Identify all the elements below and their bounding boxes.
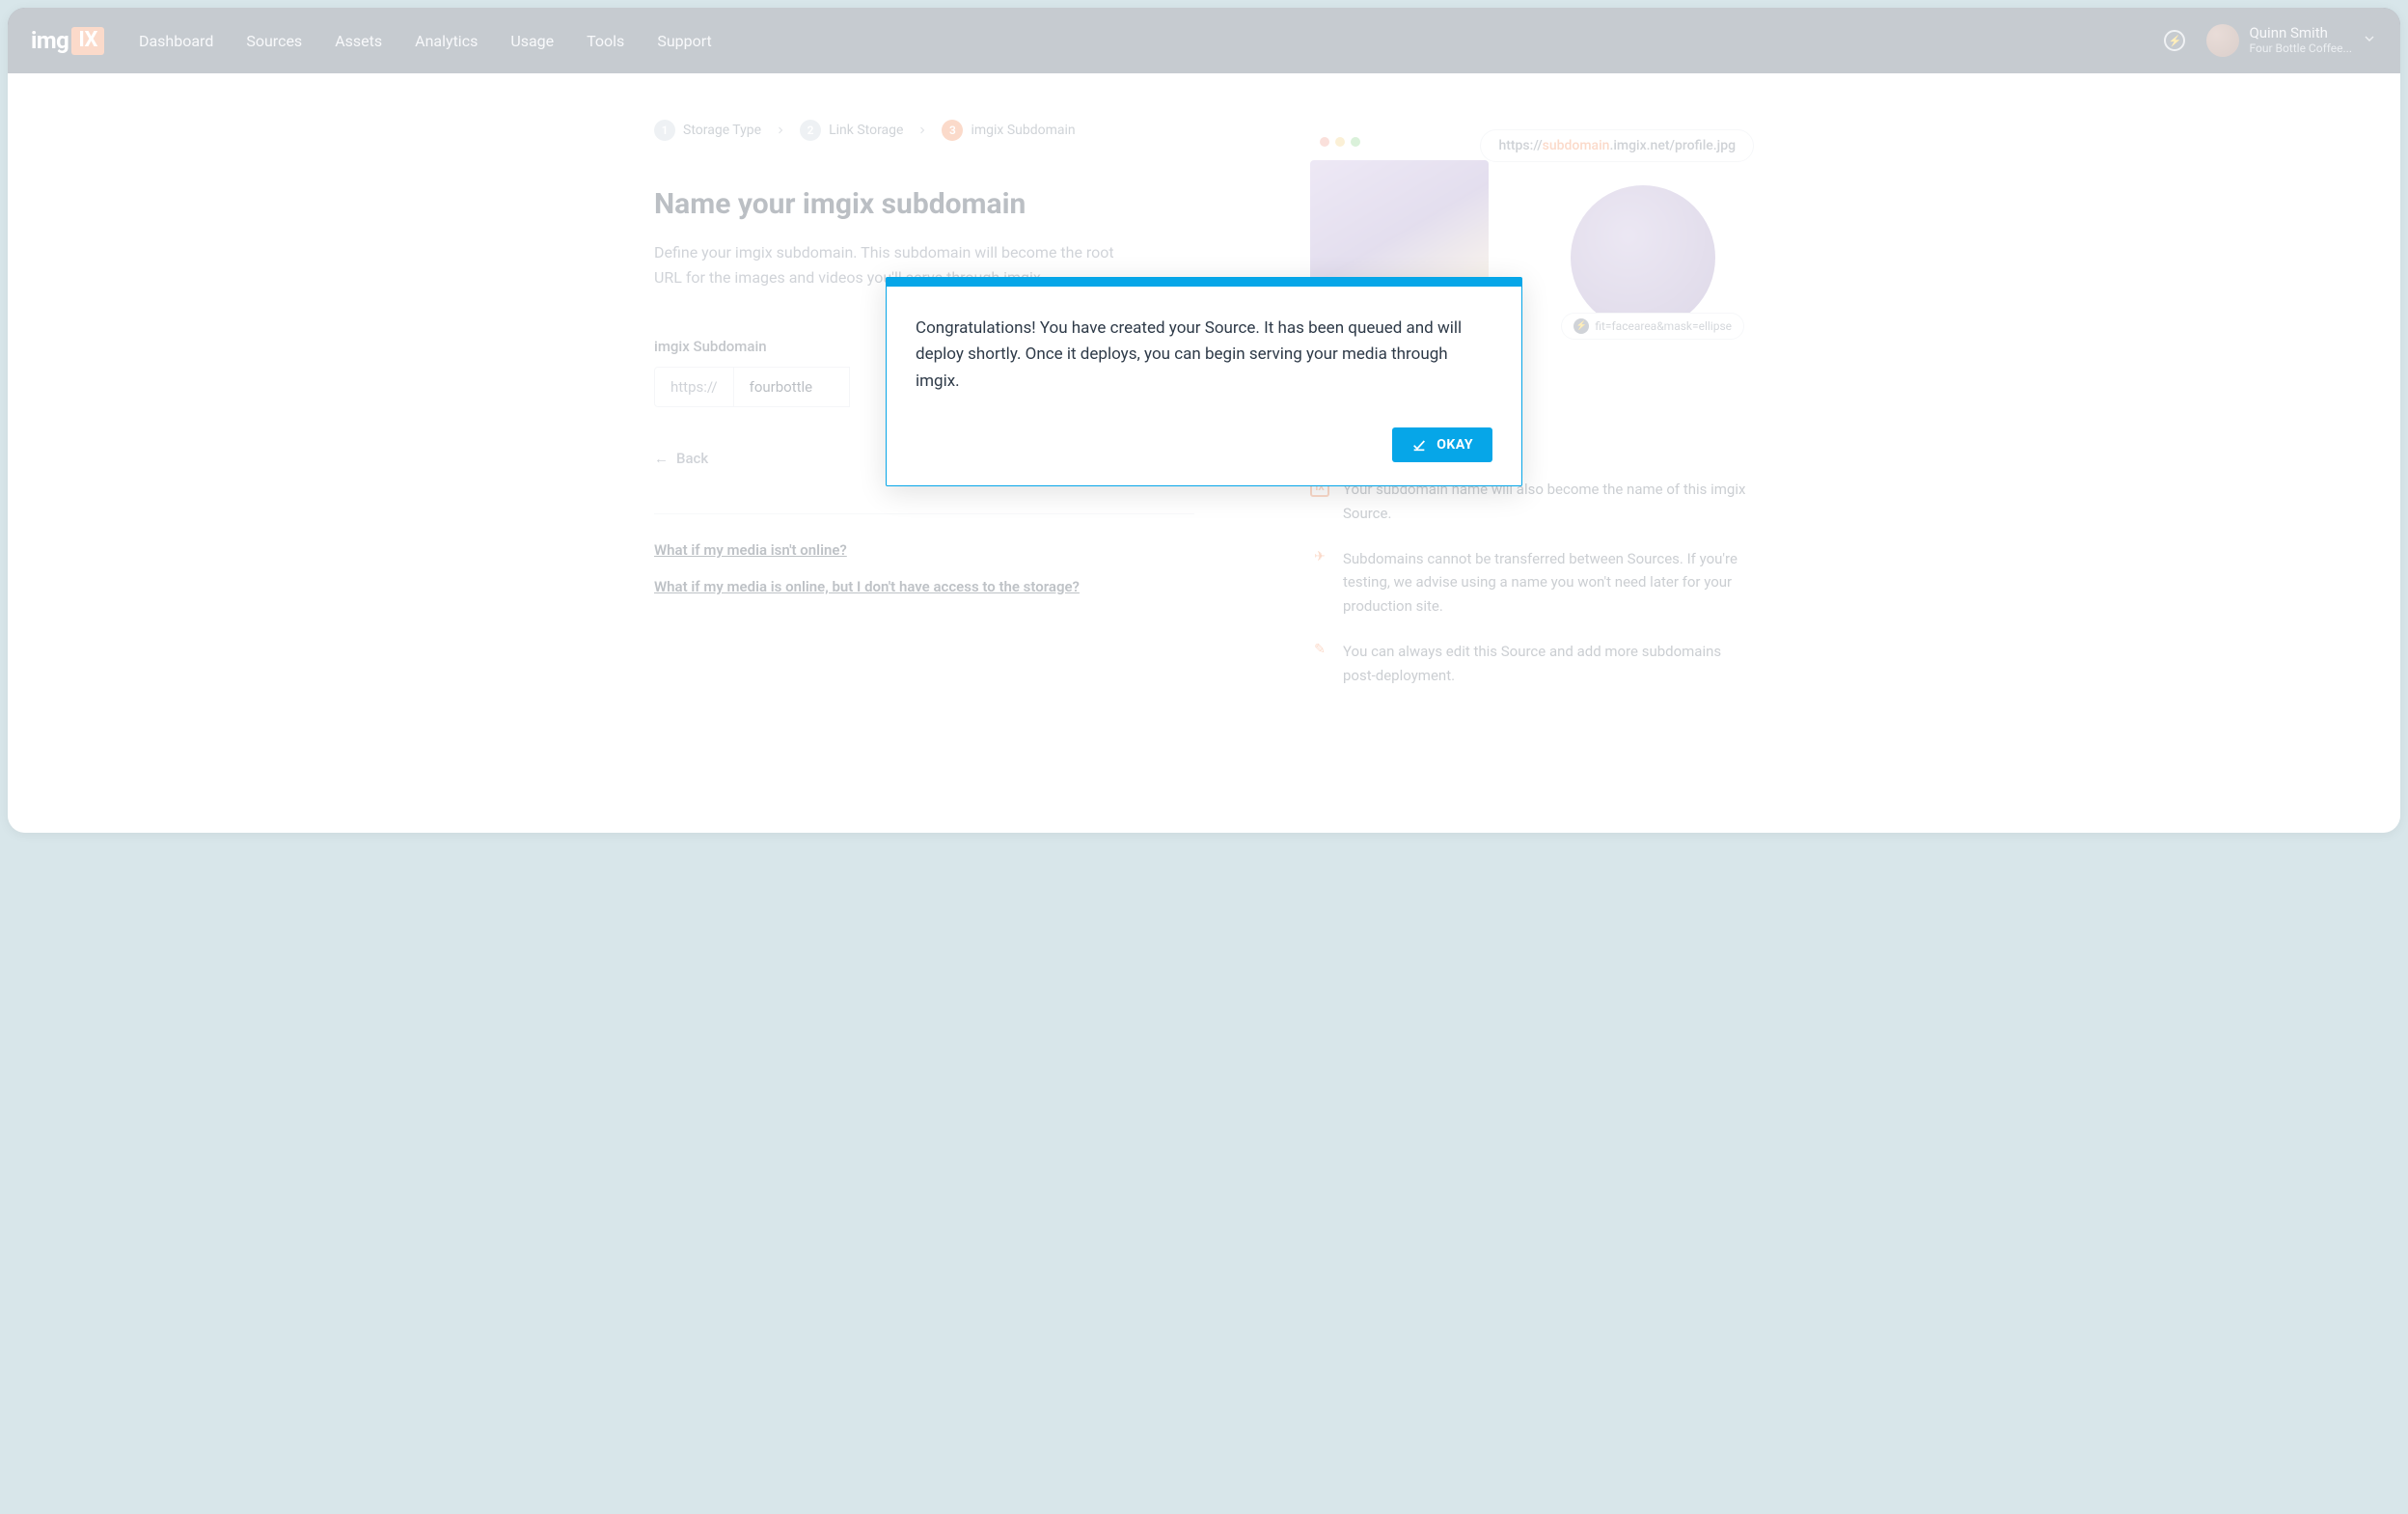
modal-message: Congratulations! You have created your S… xyxy=(916,316,1492,395)
success-modal: Congratulations! You have created your S… xyxy=(886,277,1522,486)
okay-button[interactable]: OKAY xyxy=(1392,427,1492,462)
modal-overlay: Congratulations! You have created your S… xyxy=(8,8,2400,833)
check-icon xyxy=(1411,437,1427,453)
